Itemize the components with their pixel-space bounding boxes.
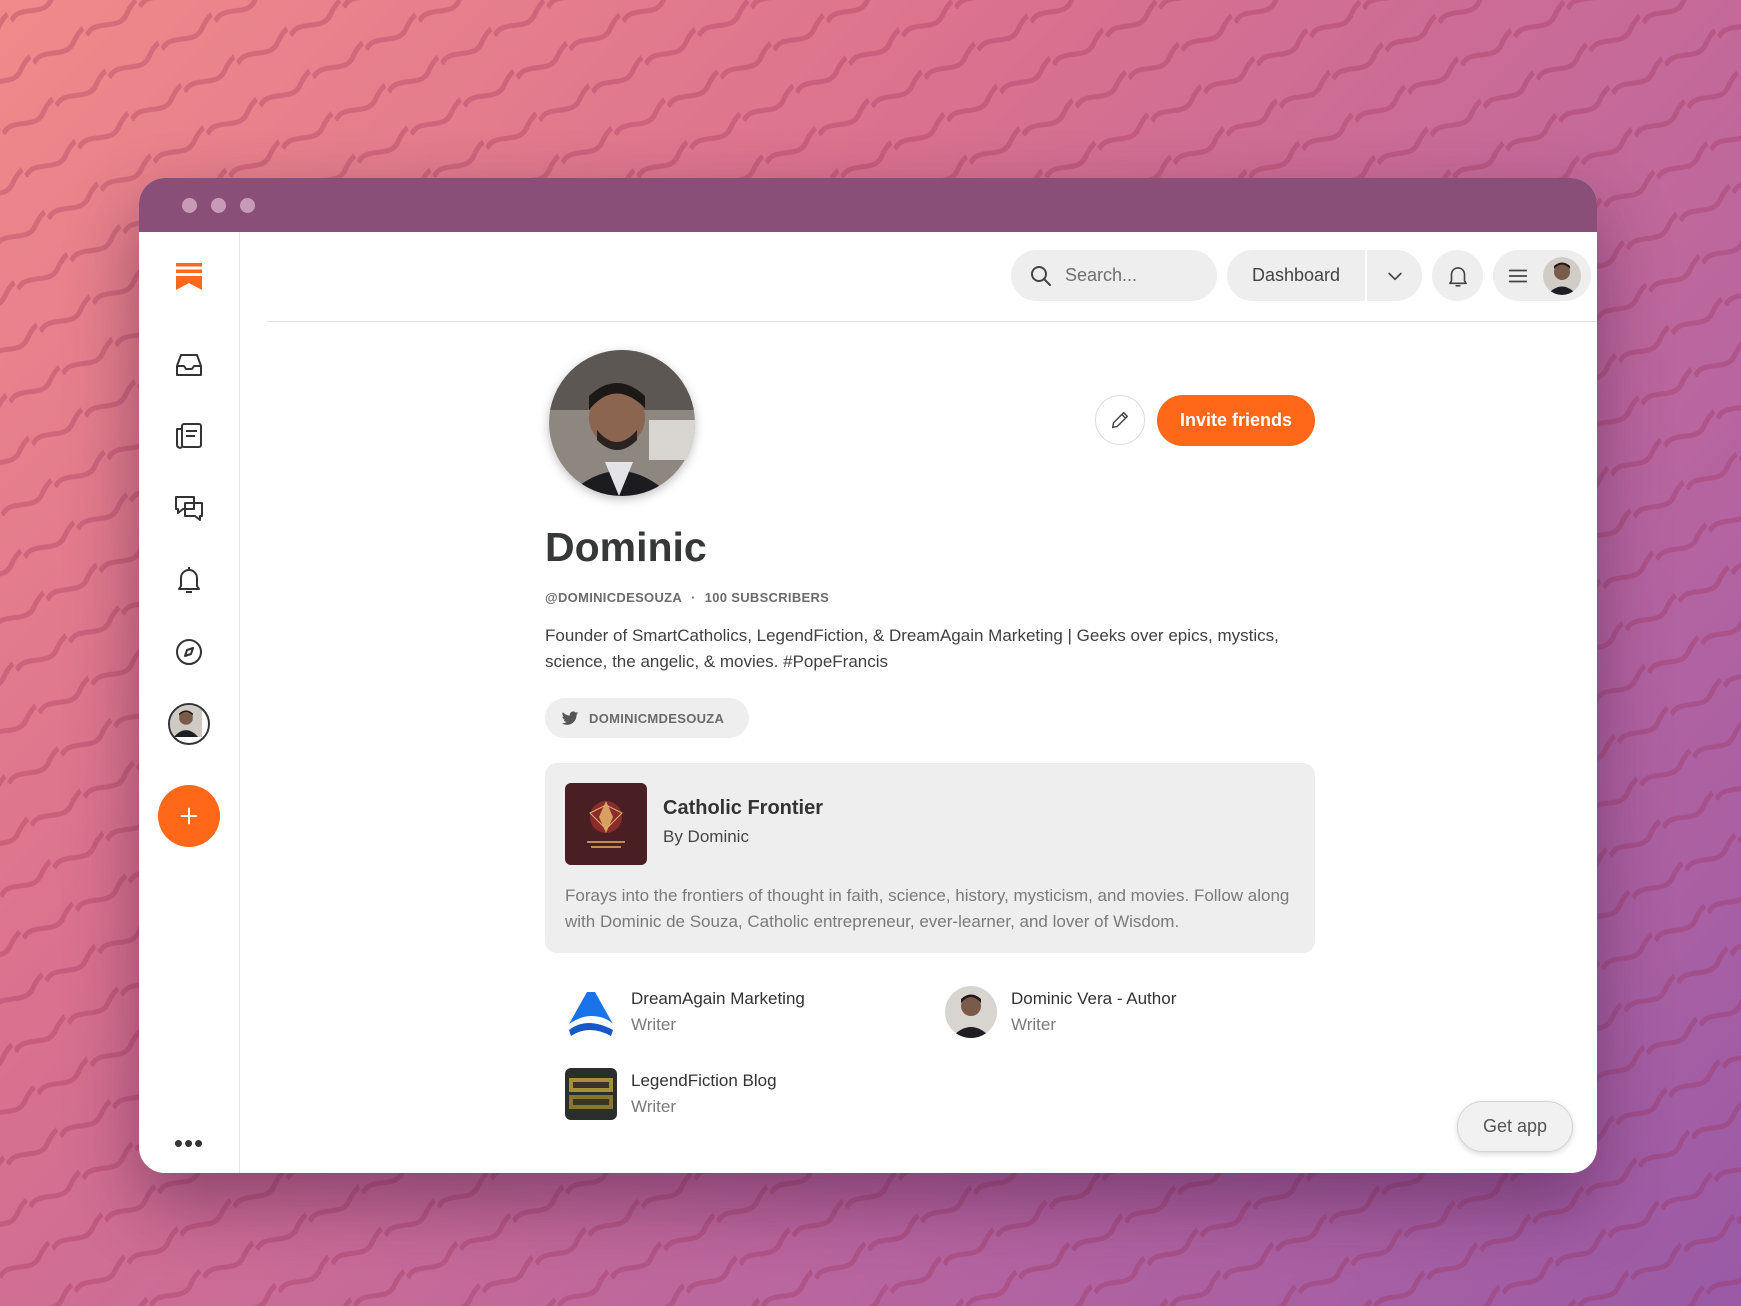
twitter-link[interactable]: DOMINICMDESOUZA bbox=[545, 698, 749, 738]
profile-photo bbox=[549, 350, 695, 496]
dashboard-dropdown[interactable]: Dashboard bbox=[1227, 250, 1422, 301]
pencil-icon bbox=[1111, 411, 1129, 429]
twitter-icon bbox=[561, 711, 579, 725]
window-dot[interactable] bbox=[211, 197, 226, 213]
twitter-handle: DOMINICMDESOUZA bbox=[589, 710, 725, 726]
publication-role: Writer bbox=[631, 1015, 677, 1034]
search-input[interactable]: Search... bbox=[1011, 250, 1217, 301]
edit-profile-button[interactable] bbox=[1095, 395, 1145, 445]
dashboard-button[interactable]: Dashboard bbox=[1227, 250, 1367, 301]
plus-icon bbox=[180, 807, 198, 825]
search-icon bbox=[1031, 265, 1051, 286]
hamburger-icon bbox=[1508, 269, 1528, 282]
avatar bbox=[945, 986, 997, 1038]
bell-icon bbox=[1448, 266, 1467, 287]
publication-author: By Dominic bbox=[663, 827, 749, 846]
legendfiction-logo-icon bbox=[565, 1068, 617, 1120]
bell-icon[interactable] bbox=[171, 562, 207, 598]
publication-description: Forays into the frontiers of thought in … bbox=[565, 886, 1290, 931]
inbox-icon[interactable] bbox=[171, 347, 207, 383]
window-titlebar bbox=[139, 178, 1597, 232]
window-dot[interactable] bbox=[182, 197, 197, 213]
sidebar: ••• bbox=[139, 232, 240, 1173]
profile-avatar-sidebar[interactable] bbox=[168, 703, 210, 745]
meta-separator: · bbox=[691, 590, 696, 605]
profile-handle[interactable]: @DOMINICDESOUZA bbox=[545, 590, 682, 605]
profile-meta: @DOMINICDESOUZA · 100 SUBSCRIBERS bbox=[545, 590, 829, 605]
featured-publication-card[interactable]: Catholic Frontier By Dominic Forays into… bbox=[545, 763, 1315, 953]
profile-bio: Founder of SmartCatholics, LegendFiction… bbox=[545, 626, 1279, 671]
list-item[interactable]: Dominic Vera - Author Writer bbox=[945, 986, 1275, 1038]
publication-title[interactable]: Catholic Frontier bbox=[663, 797, 823, 820]
chevron-down-icon[interactable] bbox=[1367, 266, 1422, 286]
publication-role: Writer bbox=[631, 1097, 677, 1116]
account-menu-button[interactable] bbox=[1493, 250, 1591, 301]
publication-name: Dominic Vera - Author bbox=[1011, 989, 1177, 1008]
list-item[interactable]: DreamAgain Marketing Writer bbox=[565, 986, 895, 1038]
window-dot[interactable] bbox=[240, 197, 255, 213]
chat-icon[interactable] bbox=[171, 490, 207, 526]
publication-role: Writer bbox=[1011, 1015, 1057, 1034]
notifications-button[interactable] bbox=[1432, 250, 1483, 301]
avatar bbox=[1543, 256, 1581, 295]
dreamagain-logo-icon bbox=[565, 986, 617, 1038]
reader-icon[interactable] bbox=[171, 418, 207, 454]
more-dots-icon[interactable]: ••• bbox=[174, 1130, 204, 1156]
publication-name: LegendFiction Blog bbox=[631, 1071, 777, 1090]
list-item[interactable]: LegendFiction Blog Writer bbox=[565, 1068, 895, 1120]
get-app-button[interactable]: Get app bbox=[1457, 1101, 1573, 1152]
substack-logo-icon[interactable] bbox=[171, 258, 207, 294]
profile-name: Dominic bbox=[545, 524, 707, 570]
top-bar: Search... Dashboard bbox=[267, 232, 1597, 322]
subscriber-count: 100 SUBSCRIBERS bbox=[704, 590, 830, 605]
browser-window: ••• Search... Dashboard Invite friends D… bbox=[139, 178, 1597, 1173]
compass-icon[interactable] bbox=[171, 634, 207, 670]
search-placeholder: Search... bbox=[1065, 265, 1138, 285]
publication-cover bbox=[565, 783, 647, 865]
invite-friends-button[interactable]: Invite friends bbox=[1157, 395, 1315, 446]
publication-name: DreamAgain Marketing bbox=[631, 989, 805, 1008]
compose-button[interactable] bbox=[158, 785, 220, 847]
